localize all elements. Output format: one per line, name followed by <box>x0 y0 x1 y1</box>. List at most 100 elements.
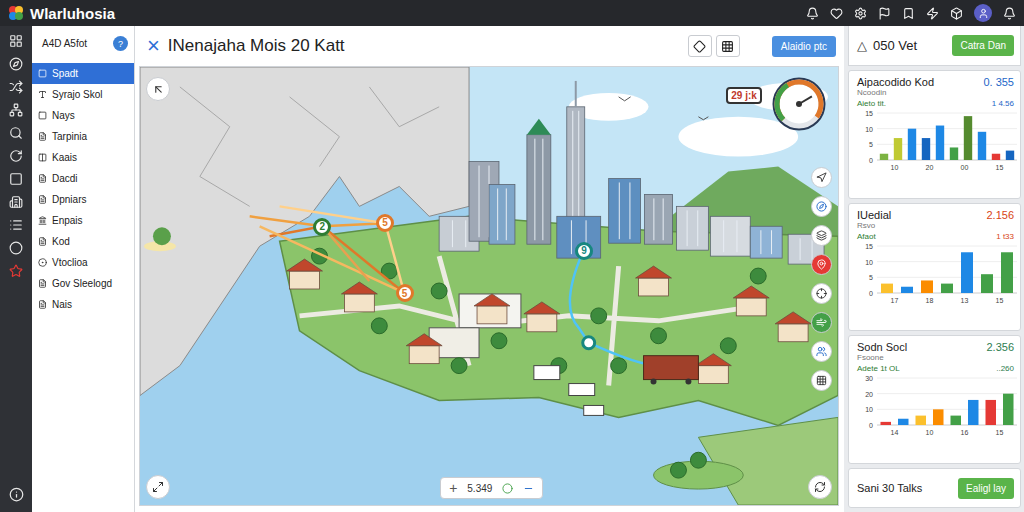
rail-icon[interactable] <box>9 80 23 94</box>
axis-label: 18 <box>926 297 934 304</box>
chart-bar <box>961 252 973 293</box>
card-title: Sodn Socl <box>857 341 907 353</box>
sidebar-item[interactable]: Spadt <box>32 63 134 84</box>
help-badge[interactable]: ? <box>113 36 128 51</box>
tree <box>651 328 667 344</box>
sidebar-item[interactable]: Enpais <box>32 210 134 231</box>
toolbar-icon[interactable] <box>878 7 891 20</box>
sidebar-title: A4D A5fot <box>42 38 87 49</box>
panel-title: 050 Vet <box>873 38 917 53</box>
card-value: 0. 355 <box>983 76 1014 88</box>
minus-icon[interactable] <box>523 483 534 494</box>
back-button[interactable] <box>146 77 170 101</box>
sidebar-item[interactable]: Nays <box>32 105 134 126</box>
footer-button[interactable]: Ealigl lay <box>958 478 1014 499</box>
tree <box>670 462 686 478</box>
map-pin[interactable]: 2 <box>313 218 331 236</box>
action-button[interactable]: Alaidio ptc <box>772 36 836 57</box>
map-pin[interactable]: 5 <box>396 284 414 302</box>
map-control[interactable] <box>811 312 832 333</box>
sidebar-item[interactable]: Gov Sleelogd <box>32 273 134 294</box>
card-note-value: 1 t33 <box>996 232 1014 241</box>
sidebar-item[interactable]: Syrajo Skol <box>32 84 134 105</box>
toolbar-icon[interactable] <box>950 7 963 20</box>
sidebar-item[interactable]: Kaais <box>32 147 134 168</box>
diamond-icon <box>693 40 706 53</box>
refresh-icon <box>814 481 826 493</box>
panel-button[interactable]: Catra Dan <box>952 35 1014 56</box>
chart-bar <box>981 274 993 293</box>
toolbar-icon[interactable] <box>854 7 867 20</box>
stat-card: Aipacodido Kod0. 355NcoodinAieto tit.1 4… <box>848 70 1021 199</box>
map-illustration[interactable] <box>140 67 838 505</box>
control-icon <box>816 375 827 386</box>
chart-bar <box>968 400 979 425</box>
rail-icon[interactable] <box>9 149 23 163</box>
bar-chart: 15105010200015 <box>857 108 1021 174</box>
map-control[interactable] <box>811 167 832 188</box>
sidebar-item[interactable]: Nais <box>32 294 134 315</box>
map-control[interactable] <box>811 370 832 391</box>
control-icon <box>816 259 827 270</box>
rail-icon[interactable] <box>9 126 23 140</box>
stats-panel: △ 050 Vet Catra Dan Aipacodido Kod0. 355Nco… <box>844 26 1024 512</box>
axis-label: 10 <box>926 429 934 436</box>
sidebar-item[interactable]: Vtoclioa <box>32 252 134 273</box>
sidebar-item[interactable]: Kod <box>32 231 134 252</box>
tree <box>371 318 387 334</box>
arrow-icon <box>152 83 165 96</box>
fullscreen-button[interactable] <box>146 475 170 499</box>
zoom-in[interactable]: + <box>449 481 457 495</box>
bell-icon[interactable] <box>1003 7 1016 20</box>
grid-button[interactable] <box>716 35 740 57</box>
sidebar-item[interactable]: Dpniars <box>32 189 134 210</box>
van <box>534 366 604 416</box>
top-bar: Wlarluhosia <box>0 0 1024 26</box>
map-control[interactable] <box>811 196 832 217</box>
toolbar-icon[interactable] <box>926 7 939 20</box>
map-canvas[interactable]: 255929 j:k+5.349 <box>139 66 839 506</box>
chart-bar <box>941 283 953 292</box>
map-control[interactable] <box>811 225 832 246</box>
control-icon <box>816 317 827 328</box>
rail-icon[interactable] <box>9 172 23 186</box>
star-icon[interactable] <box>9 264 23 278</box>
toolbar-icon[interactable] <box>830 7 843 20</box>
rail-icon[interactable] <box>9 195 23 209</box>
refresh-button[interactable] <box>808 475 832 499</box>
rail-icon[interactable] <box>9 241 23 255</box>
chart-bar <box>916 416 927 425</box>
axis-label: 00 <box>961 164 969 171</box>
map-control[interactable] <box>811 283 832 304</box>
triangle-icon: △ <box>857 38 867 53</box>
route-line <box>570 250 659 365</box>
rail-icon[interactable] <box>9 34 23 48</box>
zoom-control[interactable]: +5.349 <box>440 477 543 499</box>
axis-label: 16 <box>961 429 969 436</box>
chart-bar <box>1001 252 1013 293</box>
tree <box>451 358 467 374</box>
sidebar-item[interactable]: Dacdi <box>32 168 134 189</box>
toolbar-icon[interactable] <box>806 7 819 20</box>
map-pin[interactable]: 5 <box>376 214 394 232</box>
item-icon <box>38 69 47 78</box>
diamond-button[interactable] <box>688 35 712 57</box>
rail-icon[interactable] <box>9 218 23 232</box>
house <box>524 302 560 332</box>
user-avatar[interactable] <box>974 4 992 22</box>
item-icon <box>38 90 47 99</box>
app-title: Wlarluhosia <box>30 5 115 22</box>
map-control[interactable] <box>811 341 832 362</box>
item-icon <box>38 132 47 141</box>
toolbar-icon[interactable] <box>902 7 915 20</box>
waypoint <box>583 337 595 349</box>
rail-icon[interactable] <box>9 57 23 71</box>
close-button[interactable]: × <box>147 35 160 57</box>
map-control[interactable] <box>811 254 832 275</box>
rail-icon[interactable] <box>9 103 23 117</box>
info-icon[interactable] <box>9 487 24 502</box>
sidebar-item[interactable]: Tarpinia <box>32 126 134 147</box>
map-panel: ×INenajaha Mois 20 KattAlaidio ptc255929… <box>135 26 844 512</box>
map-pin[interactable]: 9 <box>575 242 593 260</box>
circle-icon[interactable] <box>502 483 513 494</box>
